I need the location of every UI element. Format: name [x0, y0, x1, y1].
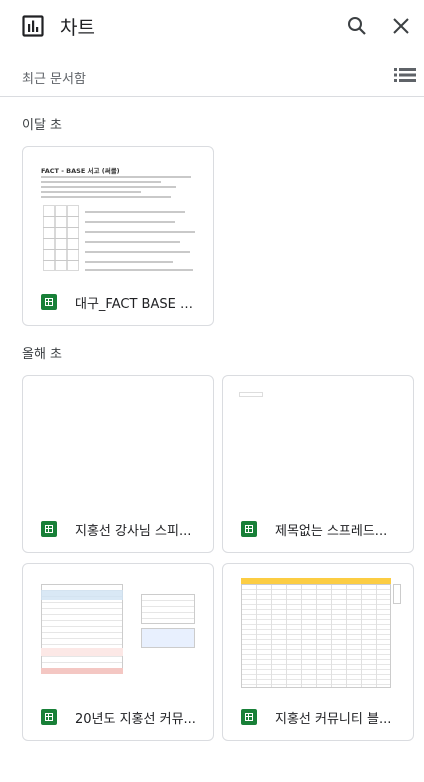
bar-chart-icon [22, 15, 44, 37]
card-title: 지홍선 커뮤니티 블... [275, 712, 392, 727]
sheets-icon [241, 521, 257, 537]
file-card[interactable]: 지홍선 커뮤니티 블... [222, 563, 414, 741]
section-this-year: 올해 초 [22, 347, 63, 362]
thumb-heading: FACT - BASE 서고 (써클) [41, 167, 120, 175]
card-footer: 제목없는 스프레드... [223, 506, 413, 552]
app-header: 차트 [0, 0, 424, 52]
close-button[interactable] [389, 14, 413, 38]
file-thumbnail [37, 578, 201, 694]
card-footer: 대구_FACT BASE 사... [23, 279, 213, 325]
sheets-icon [41, 521, 57, 537]
search-icon [348, 17, 366, 35]
card-footer: 지홍선 강사님 스피... [23, 506, 213, 552]
sheets-icon [41, 709, 57, 725]
card-title: 제목없는 스프레드... [275, 524, 388, 539]
search-button[interactable] [345, 14, 369, 38]
file-card[interactable]: 지홍선 강사님 스피... [22, 375, 214, 553]
file-card[interactable]: 제목없는 스프레드... [222, 375, 414, 553]
sheets-icon [241, 709, 257, 725]
sheets-icon [41, 294, 57, 310]
recent-files-label: 최근 문서함 [22, 72, 86, 87]
list-view-icon[interactable] [394, 66, 416, 84]
file-thumbnail [37, 390, 201, 506]
file-thumbnail [237, 390, 401, 506]
recent-files-row: 최근 문서함 [0, 56, 424, 97]
file-card[interactable]: FACT - BASE 서고 (써클) 대구_FACT BASE 사... [22, 146, 214, 326]
card-footer: 지홍선 커뮤니티 블... [223, 694, 413, 740]
card-title: 20년도 지홍선 커뮤... [75, 712, 196, 727]
file-thumbnail [237, 578, 401, 694]
page-title: 차트 [60, 17, 95, 39]
card-title: 대구_FACT BASE 사... [75, 297, 201, 312]
file-thumbnail: FACT - BASE 서고 (써클) [37, 161, 201, 277]
card-title: 지홍선 강사님 스피... [75, 524, 192, 539]
file-card[interactable]: 20년도 지홍선 커뮤... [22, 563, 214, 741]
section-this-month: 이달 초 [22, 118, 63, 133]
close-icon [393, 18, 409, 34]
card-footer: 20년도 지홍선 커뮤... [23, 694, 213, 740]
